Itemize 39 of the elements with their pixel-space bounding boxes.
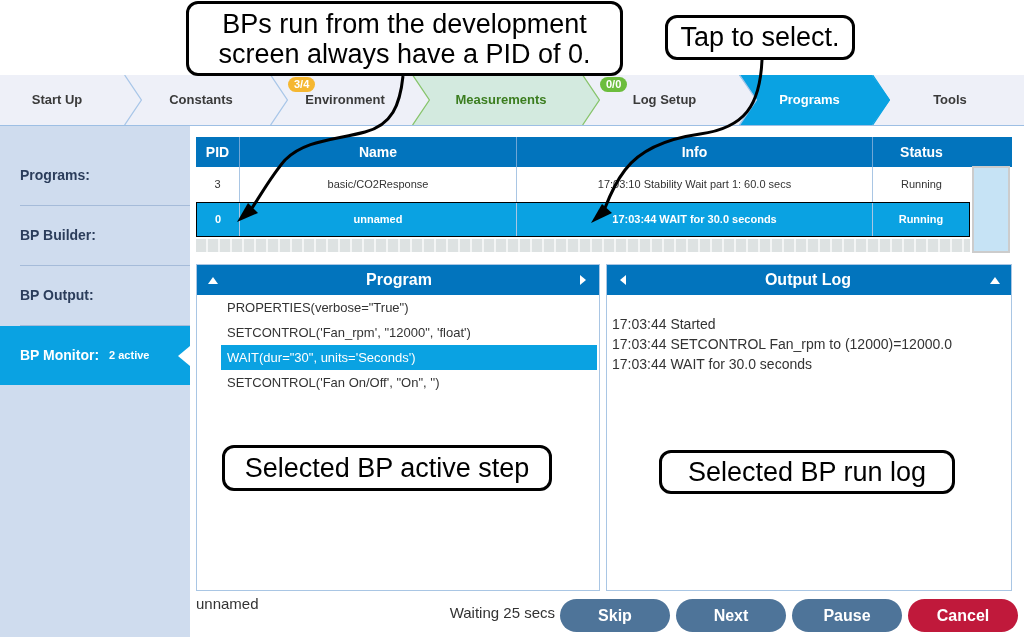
triangle-up-icon[interactable] [208,276,218,284]
column-header: Status [899,142,944,162]
tab[interactable]: Tools [890,75,1024,125]
horizontal-scrollbar[interactable] [196,239,970,252]
next-button[interactable]: Next [676,599,786,632]
sidebar-item[interactable]: BP Output: [0,266,190,325]
active-count: 2 active [109,348,150,364]
panel-title: Output Log [763,270,853,290]
callout: Tap to select. [665,15,855,60]
tab[interactable]: Start Up [0,75,124,125]
callout: Selected BP run log [659,450,955,494]
triangle-up-icon[interactable] [990,276,1000,284]
chevron-divider-icon [582,75,600,125]
program-step[interactable]: PROPERTIES(verbose="True") [221,295,597,320]
tab[interactable]: Constants [142,75,270,125]
chevron-divider-icon [872,75,890,125]
status-text: Waiting 25 secs [449,604,555,622]
vertical-scrollbar[interactable] [972,166,1010,253]
log-line: 17:03:44 Started [612,315,716,334]
callout: BPs run from the development screen always have a PID of 0. [186,1,623,76]
tab-badge: 0/0 [600,77,628,92]
triangle-left-icon[interactable] [620,275,626,285]
table-cell-text: Running [897,212,945,228]
cancel-button[interactable]: Cancel [908,599,1018,632]
tab[interactable]: Log Setup 0/0 [600,75,739,125]
program-name-label: unnamed [196,595,259,613]
panel-title: Program [365,270,433,290]
sidebar-item[interactable]: Programs: [0,146,190,205]
skip-button[interactable]: Skip [560,599,670,632]
table-cell-text: Running [900,177,943,193]
program-step[interactable]: SETCONTROL('Fan On/Off', "On", '') [221,370,597,395]
log-line: 17:03:44 WAIT for 30.0 seconds [612,355,812,374]
log-line: 17:03:44 SETCONTROL Fan_rpm to (12000)=12000.0 [612,335,952,354]
sidebar-item[interactable]: BP Builder: [0,206,190,265]
tab-badge: 3/4 [288,77,316,92]
pause-button[interactable]: Pause [792,599,902,632]
program-step[interactable]: SETCONTROL('Fan_rpm', "12000", 'float') [221,320,597,345]
triangle-right-icon[interactable] [580,275,586,285]
callout: Selected BP active step [222,445,552,491]
